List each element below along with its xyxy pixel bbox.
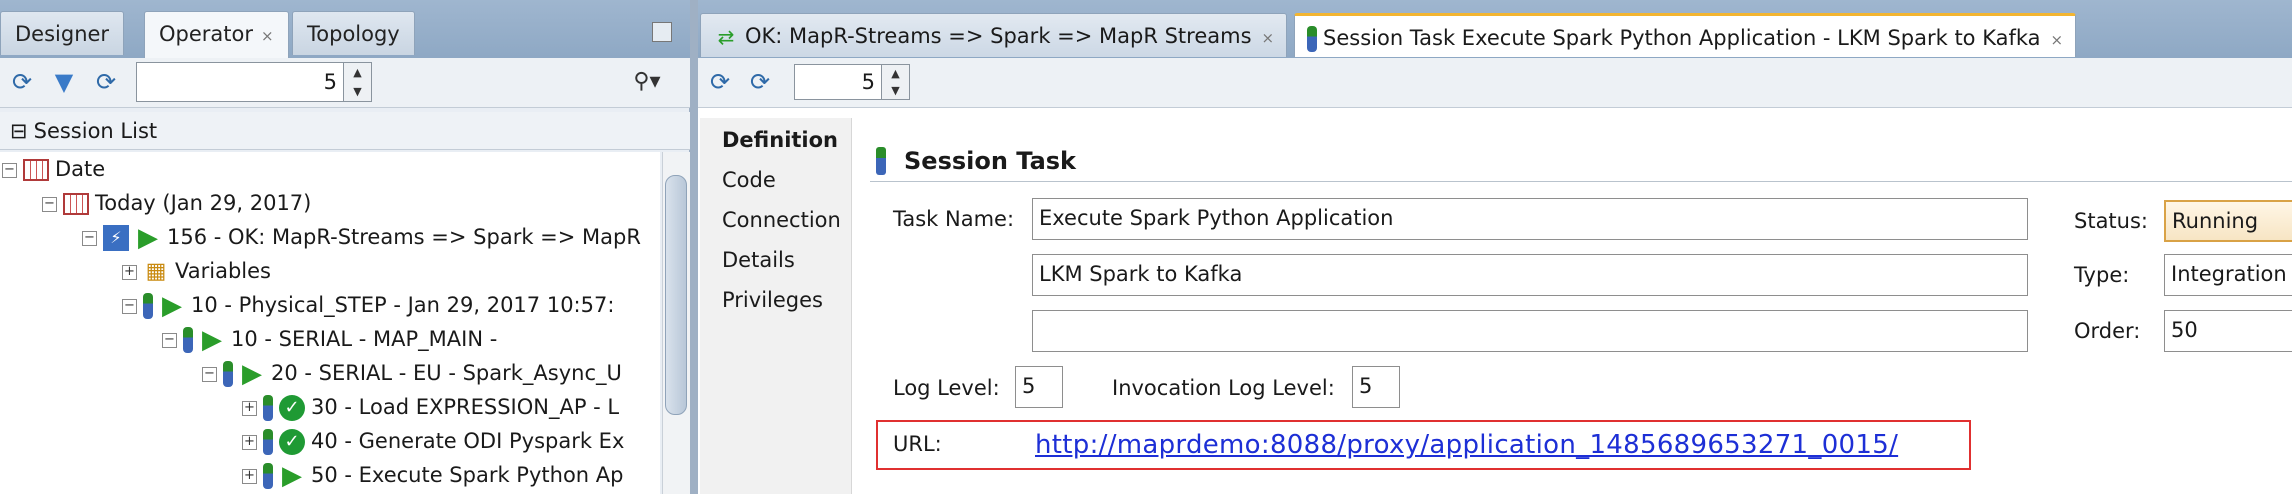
step-icon: [263, 429, 273, 455]
invocation-log-level-label: Invocation Log Level:: [1112, 376, 1335, 400]
step-icon: [263, 463, 273, 489]
close-icon[interactable]: ×: [1262, 29, 1275, 47]
step-icon: [1307, 26, 1317, 52]
log-level-field[interactable]: 5: [1015, 366, 1063, 408]
tree-item-task-40[interactable]: + ✓ 40 - Generate ODI Pyspark Ex: [242, 424, 624, 458]
nav-definition[interactable]: Definition: [722, 122, 838, 158]
step-icon: [183, 327, 193, 353]
definition-nav: Definition Code Connection Details Privi…: [700, 118, 852, 494]
panel-splitter[interactable]: [690, 0, 698, 494]
log-level-label: Log Level:: [893, 376, 1000, 400]
running-icon: ▶: [202, 325, 222, 355]
tree-item-task-50[interactable]: + ▶ 50 - Execute Spark Python Ap: [242, 458, 623, 492]
step-icon: [223, 361, 233, 387]
tab-session-task[interactable]: Session Task Execute Spark Python Applic…: [1294, 13, 2077, 57]
tab-designer[interactable]: Designer: [0, 11, 125, 55]
tab-operator[interactable]: Operator ×: [144, 11, 289, 58]
variables-icon: ▦: [145, 259, 167, 284]
nav-privileges[interactable]: Privileges: [722, 282, 823, 318]
close-icon[interactable]: ×: [261, 27, 274, 45]
order-field[interactable]: 50: [2164, 310, 2292, 352]
status-field[interactable]: Running: [2164, 200, 2292, 242]
nav-code[interactable]: Code: [722, 162, 776, 198]
expand-icon[interactable]: +: [242, 434, 257, 450]
refresh-count-spinner[interactable]: 5 ▲ ▼: [136, 62, 372, 102]
collapse-icon[interactable]: −: [2, 162, 17, 178]
calendar-icon: [63, 193, 89, 215]
refresh-icon[interactable]: ⟳: [704, 66, 736, 98]
tree-item-task-30[interactable]: + ✓ 30 - Load EXPRESSION_AP - L: [242, 390, 619, 424]
task-name-field[interactable]: Execute Spark Python Application: [1032, 198, 2028, 240]
expand-icon[interactable]: +: [122, 264, 137, 280]
close-icon[interactable]: ×: [2051, 31, 2064, 49]
tab-topology[interactable]: Topology: [292, 11, 415, 55]
task-name-label: Task Name:: [893, 207, 1015, 231]
tree-item-session-156[interactable]: − ⚡ ▶ 156 - OK: MapR-Streams => Spark => Ma…: [82, 220, 641, 254]
session-icon: ⚡: [103, 225, 129, 251]
tree-item-today[interactable]: − Today (Jan 29, 2017): [42, 186, 311, 220]
nav-details[interactable]: Details: [722, 242, 795, 278]
expand-icon[interactable]: +: [242, 468, 257, 484]
refresh-icon[interactable]: ⟳: [6, 66, 38, 98]
running-icon: ▶: [282, 461, 302, 491]
section-divider: [870, 181, 2292, 182]
minimize-icon[interactable]: [652, 22, 672, 42]
session-tree: − Date − Today (Jan 29, 2017) − ⚡ ▶ 156 - OK:…: [0, 152, 660, 494]
left-tab-bar: Designer Operator × Topology: [0, 0, 690, 58]
tree-item-date[interactable]: − Date: [2, 152, 105, 186]
auto-refresh-icon[interactable]: ⟳: [90, 66, 122, 98]
step-icon: [143, 293, 153, 319]
type-field[interactable]: Integration: [2164, 254, 2292, 296]
collapse-icon[interactable]: −: [202, 366, 217, 382]
editor-toolbar: ⟳ ⟳ 5 ▲ ▼: [698, 58, 2292, 108]
application-url-link[interactable]: http://maprdemo:8088/proxy/application_1…: [1035, 430, 1898, 460]
editor-refresh-spinner[interactable]: 5 ▲ ▼: [794, 64, 910, 100]
task-line3-field[interactable]: [1032, 310, 2028, 352]
status-label: Status:: [2074, 209, 2148, 233]
left-toolbar: ⟳ ▼ ⟳ 5 ▲ ▼ ⚲▾: [0, 58, 690, 108]
collapse-icon[interactable]: −: [162, 332, 177, 348]
collapse-icon[interactable]: −: [82, 230, 97, 246]
session-icon: ⇄: [717, 25, 735, 49]
running-icon: ▶: [138, 223, 158, 253]
section-title: Session Task: [904, 147, 1077, 175]
editor-tab-bar: ⇄ OK: MapR-Streams => Spark => MapR Strea…: [698, 0, 2292, 58]
spinner-arrows-icon[interactable]: ▲ ▼: [881, 65, 909, 99]
task-line2-field[interactable]: LKM Spark to Kafka: [1032, 254, 2028, 296]
running-icon: ▶: [162, 291, 182, 321]
tree-item-serial-eu[interactable]: − ▶ 20 - SERIAL - EU - Spark_Async_U: [202, 356, 622, 390]
step-icon: [263, 395, 273, 421]
url-label: URL:: [893, 432, 942, 456]
view-options-icon[interactable]: ⚲▾: [622, 66, 672, 98]
collapse-icon[interactable]: −: [122, 298, 137, 314]
order-label: Order:: [2074, 319, 2141, 343]
expand-icon[interactable]: +: [242, 400, 257, 416]
session-task-icon: [876, 147, 886, 175]
running-icon: ▶: [242, 359, 262, 389]
collapse-icon[interactable]: −: [42, 196, 57, 212]
spinner-arrows-icon[interactable]: ▲ ▼: [343, 63, 371, 101]
calendar-icon: [23, 159, 49, 181]
type-label: Type:: [2074, 263, 2130, 287]
tree-item-map-main[interactable]: − ▶ 10 - SERIAL - MAP_MAIN -: [162, 322, 497, 356]
success-icon: ✓: [279, 395, 305, 421]
tree-item-variables[interactable]: + ▦ Variables: [122, 254, 271, 288]
filter-icon[interactable]: ▼: [48, 66, 80, 98]
tree-scrollbar-thumb[interactable]: [665, 175, 687, 415]
nav-connection[interactable]: Connection: [722, 202, 841, 238]
collapse-icon[interactable]: ⊟: [10, 119, 28, 143]
tree-item-physical-step[interactable]: − ▶ 10 - Physical_STEP - Jan 29, 2017 10:5…: [122, 288, 614, 322]
session-list-header[interactable]: ⊟ Session List: [0, 112, 690, 150]
invocation-log-level-field[interactable]: 5: [1352, 366, 1400, 408]
success-icon: ✓: [279, 429, 305, 455]
tab-session-ok[interactable]: ⇄ OK: MapR-Streams => Spark => MapR Strea…: [700, 13, 1288, 57]
auto-refresh-icon[interactable]: ⟳: [744, 66, 776, 98]
